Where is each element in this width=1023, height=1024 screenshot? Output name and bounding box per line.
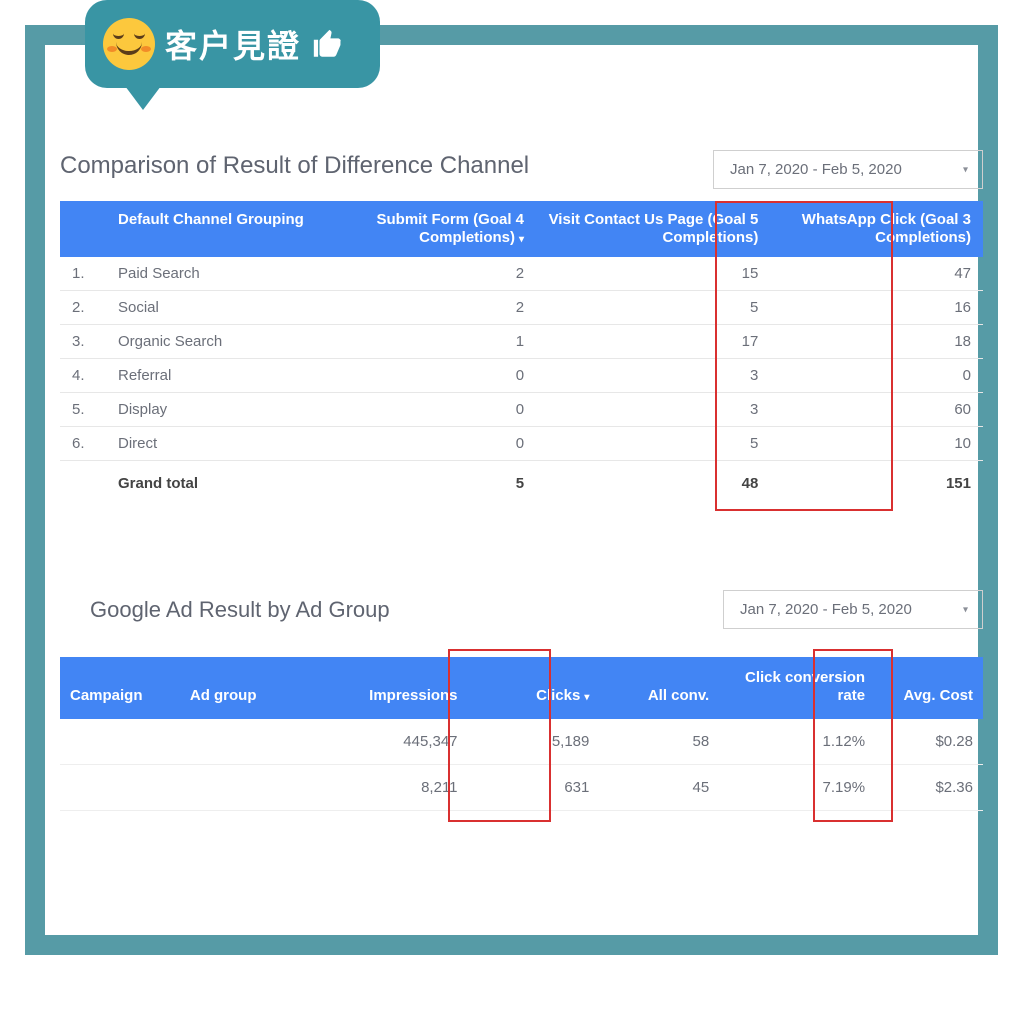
cell-channel: Direct <box>106 427 326 461</box>
cell-impressions: 8,211 <box>300 765 468 811</box>
cell-visit: 15 <box>536 257 770 291</box>
cell-submit: 0 <box>326 427 536 461</box>
total-whatsapp: 151 <box>770 461 983 501</box>
table-header-row: Default Channel Grouping Submit Form (Go… <box>60 201 983 257</box>
section2: Google Ad Result by Ad Group Jan 7, 2020… <box>60 590 983 811</box>
table-row[interactable]: 445,3475,189581.12%$0.28 <box>60 719 983 765</box>
cell-adgroup <box>180 765 300 811</box>
col-campaign[interactable]: Campaign <box>60 657 180 719</box>
cell-visit: 5 <box>536 291 770 325</box>
date-range-value-2: Jan 7, 2020 - Feb 5, 2020 <box>740 601 912 618</box>
sort-desc-icon: ▾ <box>515 234 524 245</box>
table2-wrap: Campaign Ad group Impressions Clicks▾ Al… <box>60 657 983 811</box>
cell-avgcost: $2.36 <box>875 765 983 811</box>
cell-submit: 0 <box>326 359 536 393</box>
section1-title: Comparison of Result of Difference Chann… <box>60 150 529 182</box>
col-avgcost[interactable]: Avg. Cost <box>875 657 983 719</box>
cell-campaign <box>60 765 180 811</box>
col-channel[interactable]: Default Channel Grouping <box>106 201 326 257</box>
col-allconv[interactable]: All conv. <box>599 657 719 719</box>
cell-whatsapp: 18 <box>770 325 983 359</box>
table-row[interactable]: 1.Paid Search21547 <box>60 257 983 291</box>
row-index: 6. <box>60 427 106 461</box>
section1-header: Comparison of Result of Difference Chann… <box>60 150 983 189</box>
cell-ccr: 1.12% <box>719 719 875 765</box>
col-clicks[interactable]: Clicks▾ <box>468 657 600 719</box>
col-visit-contact[interactable]: Visit Contact Us Page (Goal 5 Completion… <box>536 201 770 257</box>
thumbs-up-icon <box>311 27 345 61</box>
cell-clicks: 631 <box>468 765 600 811</box>
total-submit: 5 <box>326 461 536 501</box>
chevron-down-icon: ▾ <box>963 604 968 615</box>
cell-visit: 3 <box>536 393 770 427</box>
cell-ccr: 7.19% <box>719 765 875 811</box>
table-row[interactable]: 2.Social2516 <box>60 291 983 325</box>
col-ccr[interactable]: Click conversion rate <box>719 657 875 719</box>
cell-allconv: 58 <box>599 719 719 765</box>
cell-whatsapp: 10 <box>770 427 983 461</box>
cell-visit: 5 <box>536 427 770 461</box>
table-row[interactable]: 4.Referral030 <box>60 359 983 393</box>
col-whatsapp[interactable]: WhatsApp Click (Goal 3 Completions) <box>770 201 983 257</box>
date-range-picker-1[interactable]: Jan 7, 2020 - Feb 5, 2020 ▾ <box>713 150 983 189</box>
table-header-row: Campaign Ad group Impressions Clicks▾ Al… <box>60 657 983 719</box>
section2-header: Google Ad Result by Ad Group Jan 7, 2020… <box>90 590 983 629</box>
smile-emoji-icon <box>103 18 155 70</box>
row-index: 3. <box>60 325 106 359</box>
cell-whatsapp: 0 <box>770 359 983 393</box>
badge-text: 客户見證 <box>165 21 301 67</box>
cell-channel: Display <box>106 393 326 427</box>
cell-avgcost: $0.28 <box>875 719 983 765</box>
table-row[interactable]: 8,211631457.19%$2.36 <box>60 765 983 811</box>
date-range-picker-2[interactable]: Jan 7, 2020 - Feb 5, 2020 ▾ <box>723 590 983 629</box>
col-index <box>60 201 106 257</box>
row-index: 1. <box>60 257 106 291</box>
sort-desc-icon: ▾ <box>580 692 589 703</box>
table-row[interactable]: 6.Direct0510 <box>60 427 983 461</box>
cell-clicks: 5,189 <box>468 719 600 765</box>
cell-channel: Referral <box>106 359 326 393</box>
cell-visit: 17 <box>536 325 770 359</box>
table1-wrap: Default Channel Grouping Submit Form (Go… <box>60 201 983 500</box>
cell-whatsapp: 16 <box>770 291 983 325</box>
cell-submit: 1 <box>326 325 536 359</box>
cell-whatsapp: 60 <box>770 393 983 427</box>
row-index: 4. <box>60 359 106 393</box>
cell-impressions: 445,347 <box>300 719 468 765</box>
col-adgroup[interactable]: Ad group <box>180 657 300 719</box>
cell-channel: Paid Search <box>106 257 326 291</box>
row-index: 2. <box>60 291 106 325</box>
section2-title: Google Ad Result by Ad Group <box>90 595 390 625</box>
col-submit-form[interactable]: Submit Form (Goal 4 Completions)▾ <box>326 201 536 257</box>
table-total-row: Grand total548151 <box>60 461 983 501</box>
date-range-value-1: Jan 7, 2020 - Feb 5, 2020 <box>730 161 902 178</box>
cell-whatsapp: 47 <box>770 257 983 291</box>
testimonial-badge: 客户見證 <box>85 0 380 88</box>
cell-adgroup <box>180 719 300 765</box>
total-visit: 48 <box>536 461 770 501</box>
cell-campaign <box>60 719 180 765</box>
total-label: Grand total <box>106 461 326 501</box>
adgroup-result-table: Campaign Ad group Impressions Clicks▾ Al… <box>60 657 983 811</box>
cell-channel: Social <box>106 291 326 325</box>
col-impressions[interactable]: Impressions <box>300 657 468 719</box>
cell-submit: 0 <box>326 393 536 427</box>
channel-comparison-table: Default Channel Grouping Submit Form (Go… <box>60 201 983 500</box>
chevron-down-icon: ▾ <box>963 164 968 175</box>
cell-submit: 2 <box>326 291 536 325</box>
cell-visit: 3 <box>536 359 770 393</box>
table-row[interactable]: 5.Display0360 <box>60 393 983 427</box>
cell-allconv: 45 <box>599 765 719 811</box>
cell-channel: Organic Search <box>106 325 326 359</box>
cell-submit: 2 <box>326 257 536 291</box>
row-index: 5. <box>60 393 106 427</box>
table-row[interactable]: 3.Organic Search11718 <box>60 325 983 359</box>
